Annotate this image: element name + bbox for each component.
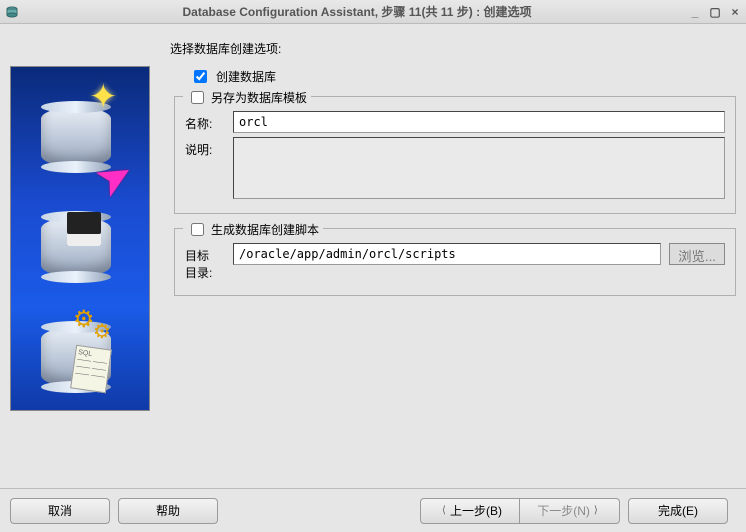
gear-icon: ⚙: [73, 305, 95, 334]
template-name-label: 名称:: [185, 111, 225, 132]
browse-button[interactable]: 浏览...: [669, 243, 725, 265]
app-icon: [4, 4, 20, 20]
window-title: Database Configuration Assistant, 步骤 11(…: [26, 3, 688, 20]
create-database-checkbox[interactable]: [194, 70, 207, 83]
content-area: ✦ ➤ ⚙ ⚙ SQL—— ———— ———— —— 选择数据库创建选项: 创建…: [0, 24, 746, 488]
nav-back-next: ⟨上一步(B) 下一步(N)⟩: [420, 498, 620, 524]
gear-icon: ⚙: [93, 319, 111, 344]
star-icon: ✦: [89, 77, 118, 117]
wizard-graphic: ✦ ➤ ⚙ ⚙ SQL—— ———— ———— ——: [10, 66, 150, 411]
main-panel: 选择数据库创建选项: 创建数据库 另存为数据库模板 名称: 说明: 生成数据库创…: [170, 36, 736, 488]
chevron-right-icon: ⟩: [594, 505, 598, 516]
chevron-left-icon: ⟨: [442, 505, 446, 516]
save-as-template-legend: 另存为数据库模板: [211, 89, 307, 106]
back-button[interactable]: ⟨上一步(B): [420, 498, 520, 524]
scripts-dir-input[interactable]: [233, 243, 661, 265]
template-desc-label: 说明:: [185, 137, 225, 158]
footer: 取消 帮助 ⟨上一步(B) 下一步(N)⟩ 完成(E): [0, 488, 746, 532]
floppy-icon: [67, 212, 101, 246]
create-database-label: 创建数据库: [216, 68, 276, 85]
save-as-template-group: 另存为数据库模板 名称: 说明:: [174, 96, 736, 214]
template-name-input[interactable]: [233, 111, 725, 133]
script-icon: SQL—— ———— ———— ——: [70, 345, 112, 394]
generate-scripts-checkbox[interactable]: [191, 223, 204, 236]
wizard-sidebar: ✦ ➤ ⚙ ⚙ SQL—— ———— ———— ——: [10, 66, 150, 488]
template-desc-textarea[interactable]: [233, 137, 725, 199]
generate-scripts-group: 生成数据库创建脚本 目标 目录: 浏览...: [174, 228, 736, 296]
generate-scripts-legend: 生成数据库创建脚本: [211, 221, 319, 238]
cancel-button[interactable]: 取消: [10, 498, 110, 524]
minimize-button[interactable]: _: [688, 5, 702, 19]
section-heading: 选择数据库创建选项:: [170, 40, 736, 57]
next-button[interactable]: 下一步(N)⟩: [520, 498, 620, 524]
finish-button[interactable]: 完成(E): [628, 498, 728, 524]
save-as-template-checkbox[interactable]: [191, 91, 204, 104]
help-button[interactable]: 帮助: [118, 498, 218, 524]
maximize-button[interactable]: ▢: [708, 5, 722, 19]
scripts-dir-label: 目标 目录:: [185, 243, 225, 281]
titlebar: Database Configuration Assistant, 步骤 11(…: [0, 0, 746, 24]
close-button[interactable]: ×: [728, 5, 742, 19]
